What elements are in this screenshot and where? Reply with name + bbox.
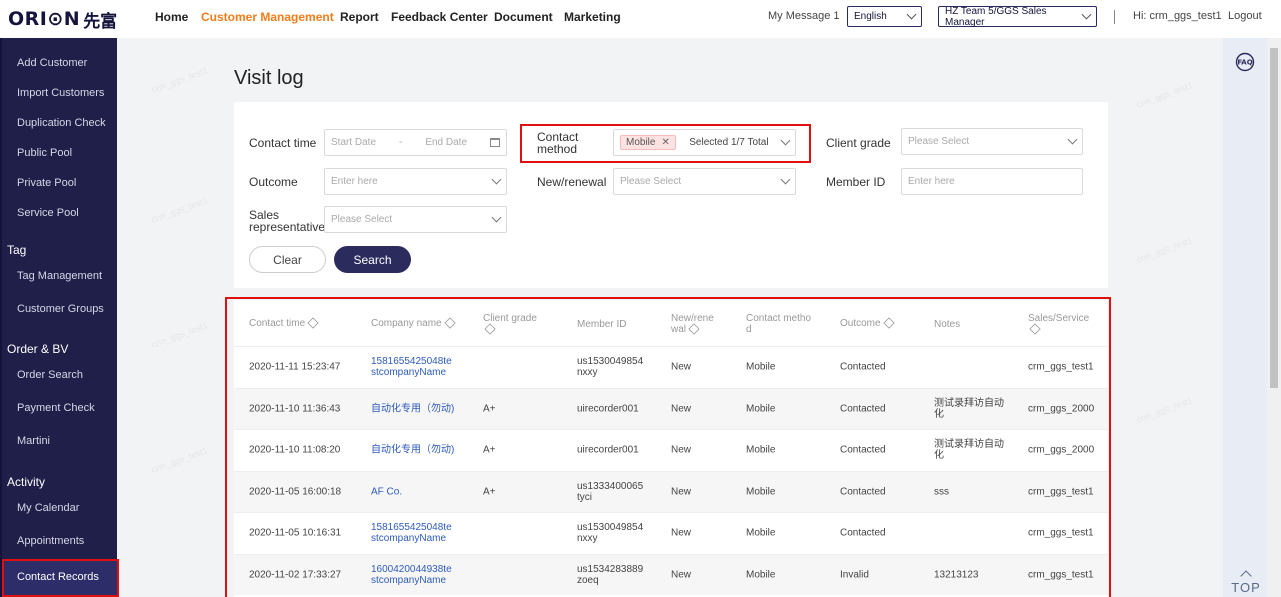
- sidebar-item-appointments[interactable]: Appointments: [17, 535, 84, 547]
- nav-document[interactable]: Document: [494, 10, 553, 24]
- sidebar-item-payment-check[interactable]: Payment Check: [17, 402, 95, 414]
- sidebar-section-order: Order & BV: [7, 342, 69, 356]
- chevron-down-icon: [780, 174, 791, 185]
- nav-customer-management[interactable]: Customer Management: [201, 10, 334, 24]
- back-to-top-label: TOP: [1231, 580, 1261, 595]
- sales-rep-label: Sales representative: [249, 208, 326, 234]
- chevron-down-icon: [1067, 134, 1078, 145]
- scrollbar[interactable]: [1267, 38, 1281, 597]
- watermark: crm_ggs_test1: [1135, 80, 1194, 110]
- chevron-down-icon: [906, 9, 917, 20]
- member-id-placeholder: Enter here: [908, 176, 955, 187]
- chevron-down-icon: [491, 174, 502, 185]
- nav-marketing[interactable]: Marketing: [564, 10, 621, 24]
- new-renewal-select[interactable]: Please Select: [613, 168, 796, 195]
- client-grade-select[interactable]: Please Select: [901, 128, 1083, 155]
- client-grade-label: Client grade: [826, 136, 891, 150]
- start-date-placeholder: Start Date: [331, 137, 377, 148]
- search-button[interactable]: Search: [334, 246, 411, 273]
- new-renewal-placeholder: Please Select: [620, 176, 682, 187]
- outcome-select[interactable]: Enter here: [324, 168, 507, 195]
- sidebar-item-order-search[interactable]: Order Search: [17, 369, 83, 381]
- sidebar-section-tag: Tag: [7, 243, 27, 257]
- new-renewal-label: New/renewal: [537, 175, 607, 189]
- nav-feedback-center[interactable]: Feedback Center: [391, 10, 488, 24]
- outcome-placeholder: Enter here: [331, 176, 378, 187]
- team-value: HZ Team 5/GGS Sales Manager: [945, 5, 1047, 28]
- contact-method-select[interactable]: Mobile ✕ Selected 1/7 Total: [613, 129, 796, 156]
- outcome-label: Outcome: [249, 175, 298, 189]
- sidebar-item-public-pool[interactable]: Public Pool: [17, 147, 72, 159]
- back-to-top-button[interactable]: TOP: [1231, 570, 1261, 595]
- sales-rep-select[interactable]: Please Select: [324, 206, 507, 233]
- sidebar-section-activity: Activity: [7, 475, 46, 489]
- language-value: English: [854, 11, 887, 22]
- clear-button[interactable]: Clear: [249, 246, 326, 273]
- contact-method-label: Contact method: [537, 130, 579, 156]
- watermark: crm_ggs_test1: [1135, 395, 1194, 425]
- client-grade-placeholder: Please Select: [908, 136, 970, 147]
- contact-time-label: Contact time: [249, 136, 317, 150]
- my-message-link[interactable]: My Message 1: [768, 10, 840, 22]
- chevron-down-icon: [780, 135, 791, 146]
- member-id-label: Member ID: [826, 175, 886, 189]
- nav-report[interactable]: Report: [340, 10, 379, 24]
- top-bar: ORI⊙N 先富 Home Customer Management Report…: [0, 0, 1281, 38]
- watermark: crm_ggs_test1: [150, 320, 209, 350]
- sidebar-item-tag-management[interactable]: Tag Management: [17, 270, 102, 282]
- chevron-down-icon: [491, 212, 502, 223]
- faq-icon[interactable]: FAQ: [1235, 52, 1255, 72]
- language-select[interactable]: English: [847, 6, 922, 27]
- sidebar-item-martini[interactable]: Martini: [17, 435, 50, 447]
- calendar-icon: [489, 138, 500, 147]
- highlight-box: [225, 297, 1111, 597]
- logout-link[interactable]: Logout: [1228, 10, 1262, 22]
- scrollbar-thumb[interactable]: [1270, 48, 1278, 388]
- end-date-placeholder: End Date: [425, 137, 468, 148]
- team-select[interactable]: HZ Team 5/GGS Sales Manager: [938, 5, 1097, 28]
- nav-home[interactable]: Home: [155, 10, 188, 24]
- logo[interactable]: ORI⊙N 先富: [8, 7, 118, 32]
- member-id-input[interactable]: Enter here: [901, 168, 1083, 195]
- logo-cn: 先富: [83, 11, 118, 32]
- contact-method-tag: Mobile ✕: [620, 135, 676, 150]
- contact-time-range[interactable]: Start Date - End Date: [324, 129, 507, 156]
- watermark: crm_ggs_test1: [1135, 235, 1194, 265]
- page-title: Visit log: [234, 67, 304, 89]
- watermark: crm_ggs_test1: [150, 445, 209, 475]
- user-greeting: Hi: crm_ggs_test1: [1133, 10, 1222, 22]
- sidebar-item-private-pool[interactable]: Private Pool: [17, 177, 76, 189]
- sales-rep-placeholder: Please Select: [331, 214, 393, 225]
- sidebar-item-add-customer[interactable]: Add Customer: [17, 57, 87, 69]
- sidebar-item-service-pool[interactable]: Service Pool: [17, 207, 79, 219]
- sidebar-item-duplication-check[interactable]: Duplication Check: [17, 117, 106, 129]
- sidebar-item-label: Contact Records: [17, 571, 99, 583]
- faq-label: FAQ: [1237, 59, 1252, 67]
- selected-count: Selected 1/7 Total: [689, 137, 769, 148]
- watermark: crm_ggs_test1: [150, 65, 209, 95]
- right-rail: FAQ TOP: [1223, 38, 1267, 597]
- logo-text: ORI⊙N: [8, 8, 81, 30]
- range-separator: -: [399, 137, 403, 148]
- sidebar-item-customer-groups[interactable]: Customer Groups: [17, 303, 104, 315]
- tag-label: Mobile: [626, 137, 656, 148]
- divider: [1114, 10, 1115, 24]
- watermark: crm_ggs_test1: [150, 195, 209, 225]
- sidebar-item-import-customers[interactable]: Import Customers: [17, 87, 104, 99]
- sidebar: Add Customer Import Customers Duplicatio…: [0, 38, 119, 597]
- close-icon[interactable]: ✕: [661, 137, 669, 148]
- sidebar-item-contact-records[interactable]: Contact Records: [2, 559, 119, 597]
- sidebar-item-my-calendar[interactable]: My Calendar: [17, 502, 79, 514]
